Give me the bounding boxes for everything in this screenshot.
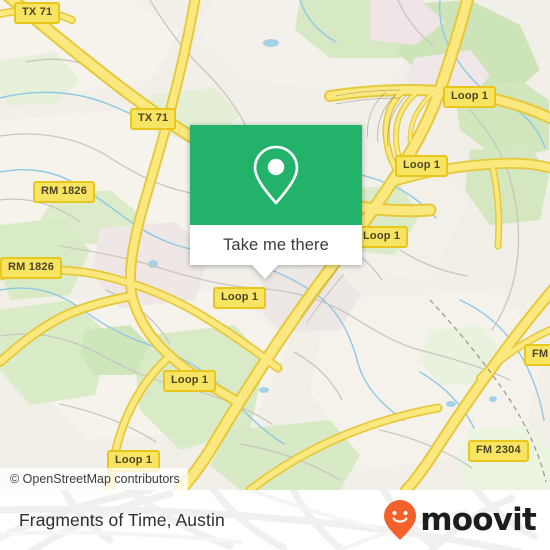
take-me-there-callout[interactable]: Take me there (190, 125, 362, 279)
road-shield: FM 2304 (468, 440, 529, 462)
footer-bar: Fragments of Time, Austin moovit (0, 490, 550, 550)
callout-tail (252, 265, 278, 279)
map-canvas[interactable]: TX 71 TX 71 Loop 1 Loop 1 RM 1826 RM 182… (0, 0, 550, 490)
callout-pin-panel (190, 125, 362, 225)
moovit-brand-logo[interactable]: moovit (383, 499, 537, 541)
map-attribution[interactable]: © OpenStreetMap contributors (0, 468, 188, 490)
moovit-wordmark: moovit (420, 501, 537, 538)
moovit-smiley-pin-icon (384, 500, 417, 540)
road-shield: FM 2 (524, 344, 550, 366)
footer-content: Fragments of Time, Austin moovit (0, 490, 550, 550)
road-shield: Loop 1 (355, 226, 409, 248)
map-pin-icon (253, 145, 299, 205)
moovit-place-map-card: TX 71 TX 71 Loop 1 Loop 1 RM 1826 RM 182… (0, 0, 550, 550)
road-shield: Loop 1 (213, 287, 267, 309)
road-shield: TX 71 (130, 108, 177, 130)
road-shield: RM 1826 (33, 181, 96, 203)
road-shield: TX 71 (14, 2, 61, 24)
road-shield: Loop 1 (443, 86, 497, 108)
road-shield: Loop 1 (163, 370, 217, 392)
road-shield: RM 1826 (0, 257, 63, 279)
take-me-there-label: Take me there (223, 235, 329, 254)
callout-action-panel[interactable]: Take me there (190, 225, 362, 265)
road-shield: Loop 1 (395, 155, 449, 177)
place-title: Fragments of Time, Austin (19, 509, 225, 530)
